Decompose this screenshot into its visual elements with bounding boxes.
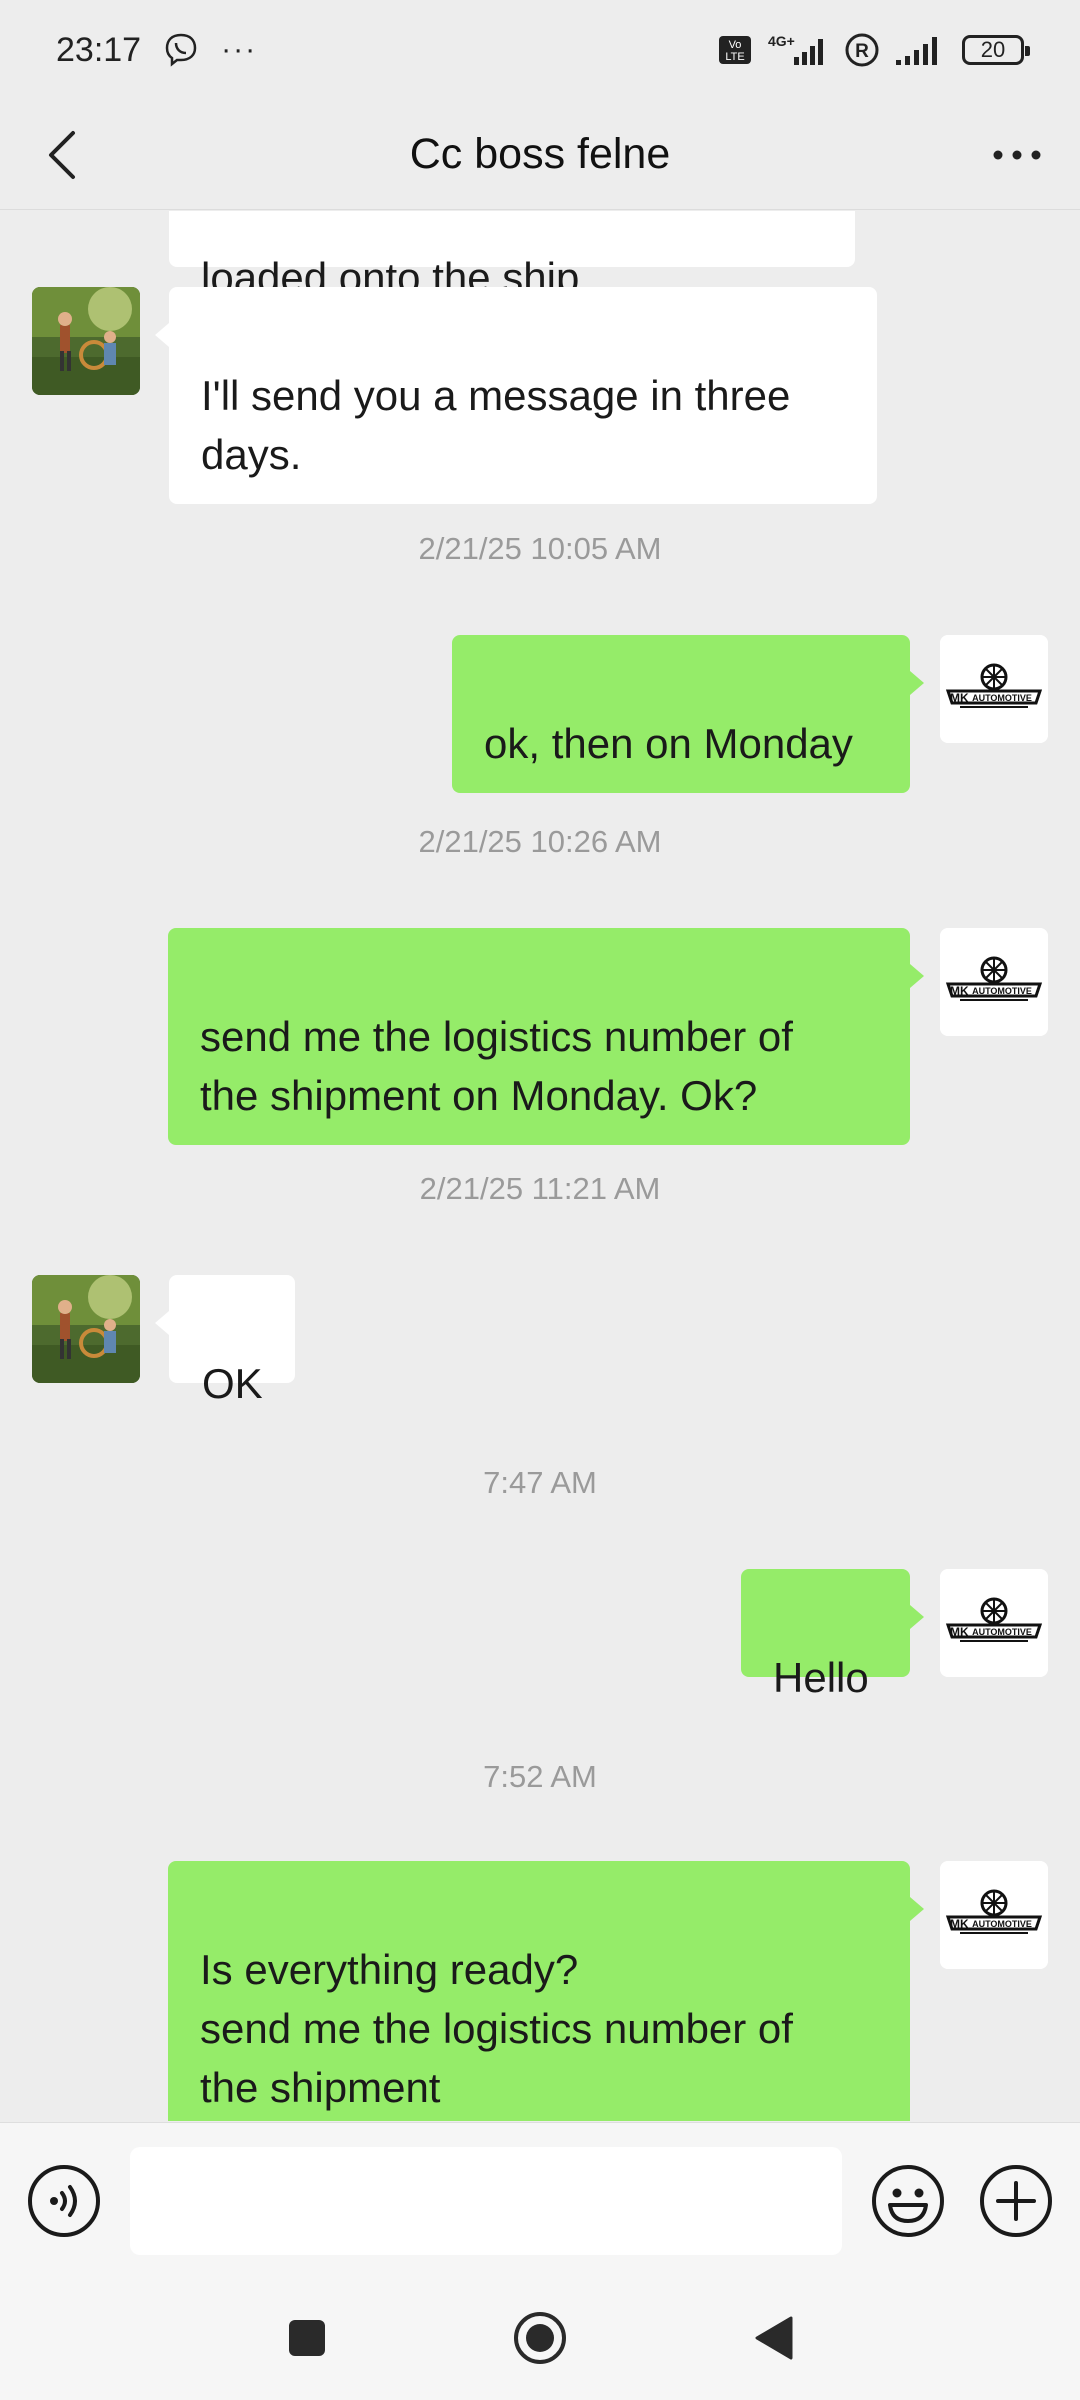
more-notifications-icon: ··· [221,33,258,66]
chevron-left-icon [49,131,75,179]
contact-photo-icon [32,1275,140,1383]
emoji-icon [872,2165,944,2237]
message-incoming[interactable]: I'll send you a message in three days. [155,287,877,504]
message-timestamp: 2/21/25 11:21 AM [419,1171,661,1206]
system-nav-bar [0,2277,1080,2400]
message-text: ok, then on Monday [484,720,853,767]
message-input[interactable] [130,2147,842,2255]
svg-text:LTE: LTE [725,51,744,63]
svg-text:MK: MK [950,984,969,998]
message-timestamp: 2/21/25 10:05 AM [418,531,662,566]
automotive-logo-icon: MK AUTOMOTIVE [940,1861,1048,1969]
chat-header: Cc boss felne [0,100,1080,210]
chat-area[interactable]: loaded onto the ship I'll send you a mes… [0,211,1080,2121]
message-text: Is everything ready? send me the logisti… [200,1946,793,2111]
home-button[interactable] [505,2303,575,2373]
roaming-icon: R [844,32,880,68]
contact-photo-icon [32,287,140,395]
square-icon [289,2320,325,2356]
viber-icon [163,32,199,68]
my-avatar[interactable]: MK AUTOMOTIVE [940,928,1048,1036]
battery-icon: 20 [962,35,1030,65]
automotive-logo-icon: MK AUTOMOTIVE [940,635,1048,743]
status-bar: 23:17 ··· Vo LTE 4G+ R 20 [0,0,1080,100]
plus-icon [980,2165,1052,2237]
svg-text:AUTOMOTIVE: AUTOMOTIVE [972,986,1032,996]
more-options-button[interactable] [984,122,1050,188]
signal-4g-icon: 4G+ [766,33,830,67]
my-avatar[interactable]: MK AUTOMOTIVE [940,1861,1048,1969]
message-text: Hello [773,1654,869,1701]
more-dots-icon [993,150,1041,160]
message-text: I'll send you a message in three days. [201,372,791,478]
my-avatar[interactable]: MK AUTOMOTIVE [940,635,1048,743]
message-outgoing[interactable]: ok, then on Monday [452,635,924,793]
recent-apps-button[interactable] [272,2303,342,2373]
signal-icon [894,34,942,66]
svg-text:AUTOMOTIVE: AUTOMOTIVE [972,1627,1032,1637]
svg-text:Vo: Vo [729,39,742,51]
triangle-back-icon [755,2316,793,2360]
voice-icon [28,2165,100,2237]
status-time: 23:17 [56,30,142,69]
contact-avatar[interactable] [32,1275,140,1383]
home-circle-icon [514,2312,566,2364]
message-outgoing[interactable]: send me the logistics number of the ship… [168,928,924,1145]
automotive-logo-icon: MK AUTOMOTIVE [940,928,1048,1036]
svg-text:4G+: 4G+ [768,33,795,49]
svg-text:MK: MK [950,1917,969,1931]
back-button[interactable] [30,122,96,188]
back-nav-button[interactable] [738,2303,808,2373]
message-incoming[interactable]: OK [155,1275,295,1407]
voice-input-button[interactable] [26,2163,102,2239]
emoji-button[interactable] [870,2163,946,2239]
svg-text:AUTOMOTIVE: AUTOMOTIVE [972,1919,1032,1929]
message-text: OK [202,1360,263,1407]
svg-text:R: R [855,41,869,62]
volte-icon: Vo LTE [718,35,752,65]
message-timestamp: 2/21/25 10:26 AM [418,824,662,859]
message-incoming[interactable]: loaded onto the ship [169,211,855,301]
message-outgoing[interactable]: Is everything ready? send me the logisti… [168,1861,924,2121]
svg-text:MK: MK [950,1625,969,1639]
message-input-bar [0,2122,1080,2277]
message-outgoing[interactable]: Hello [741,1569,924,1701]
my-avatar[interactable]: MK AUTOMOTIVE [940,1569,1048,1677]
contact-avatar[interactable] [32,287,140,395]
svg-text:MK: MK [950,691,969,705]
svg-text:AUTOMOTIVE: AUTOMOTIVE [972,693,1032,703]
more-functions-button[interactable] [978,2163,1054,2239]
automotive-logo-icon: MK AUTOMOTIVE [940,1569,1048,1677]
message-timestamp: 7:47 AM [483,1465,597,1500]
message-text: send me the logistics number of the ship… [200,1013,793,1119]
message-timestamp: 7:52 AM [483,1759,597,1794]
chat-title: Cc boss felne [409,130,671,178]
